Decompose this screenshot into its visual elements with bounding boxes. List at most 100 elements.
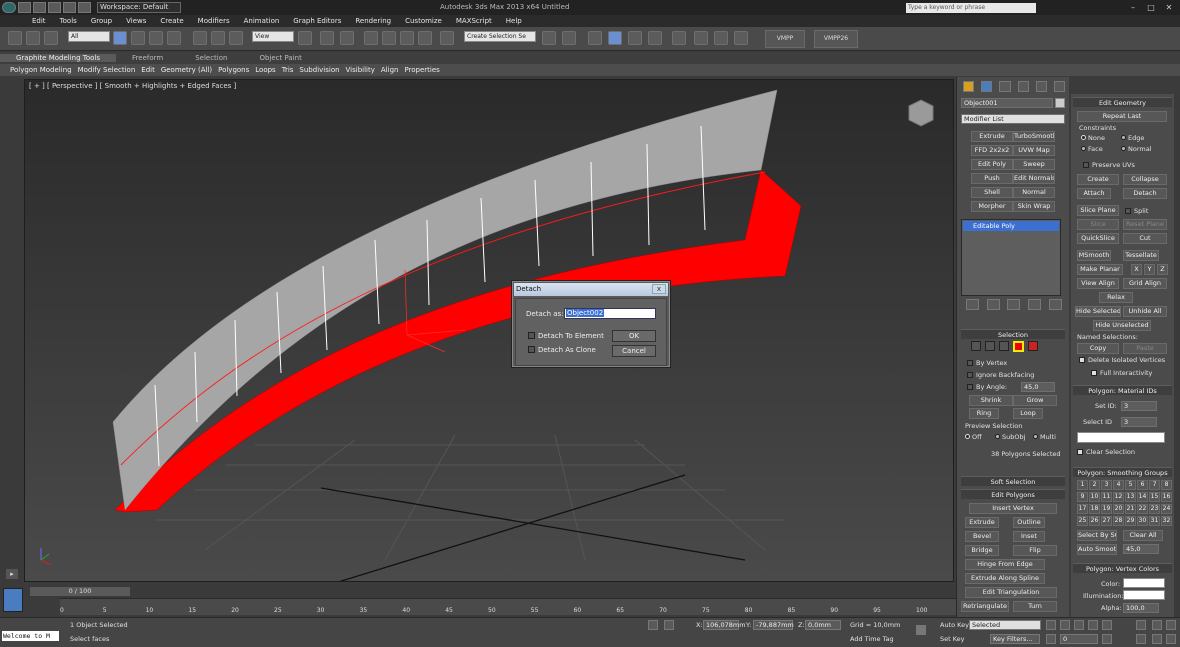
smoothing-group-button[interactable]: 31 xyxy=(1149,516,1160,526)
view-align-button[interactable]: View Align xyxy=(1077,278,1119,289)
smoothing-group-button[interactable]: 1 xyxy=(1077,480,1088,490)
extrude-button[interactable]: Extrude xyxy=(965,517,999,528)
unlink-icon[interactable] xyxy=(26,31,40,45)
menu-help[interactable]: Help xyxy=(506,17,522,25)
preview-off-radio[interactable]: Off xyxy=(965,433,982,441)
collapse-button[interactable]: Collapse xyxy=(1123,174,1167,185)
graphite-toggle-icon[interactable] xyxy=(608,31,622,45)
play-icon[interactable] xyxy=(1074,620,1084,630)
turn-button[interactable]: Turn xyxy=(1013,601,1057,612)
hide-selected-button[interactable]: Hide Selected xyxy=(1075,306,1121,317)
smoothing-group-button[interactable]: 27 xyxy=(1101,516,1112,526)
smoothing-group-button[interactable]: 26 xyxy=(1089,516,1100,526)
create-tab-icon[interactable] xyxy=(963,81,975,92)
z-coordinate[interactable]: 0,0mm xyxy=(805,620,841,630)
reference-coordinate-dropdown[interactable]: View xyxy=(252,31,294,42)
show-end-result-icon[interactable] xyxy=(986,299,1000,310)
radio-normal-icon[interactable] xyxy=(1121,146,1126,151)
repeat-last-button[interactable]: Repeat Last xyxy=(1077,111,1167,122)
vertex-level-icon[interactable] xyxy=(971,341,981,351)
menu-modifiers[interactable]: Modifiers xyxy=(198,17,230,25)
object-name-field[interactable]: Object001 xyxy=(961,98,1053,108)
grid-align-button[interactable]: Grid Align xyxy=(1123,278,1167,289)
smoothing-group-button[interactable]: 15 xyxy=(1149,492,1160,502)
relax-button[interactable]: Relax xyxy=(1099,292,1133,303)
smoothing-group-button[interactable]: 14 xyxy=(1137,492,1148,502)
current-frame-field[interactable]: 0 xyxy=(1060,634,1098,644)
panel-modify-selection[interactable]: Modify Selection xyxy=(78,66,136,74)
smoothing-group-button[interactable]: 19 xyxy=(1101,504,1112,514)
planar-x-button[interactable]: X xyxy=(1131,264,1142,275)
minimize-icon[interactable]: – xyxy=(1124,2,1142,13)
by-vertex-checkbox[interactable] xyxy=(967,360,973,366)
selection-rollout-title[interactable]: Selection xyxy=(961,329,1065,339)
smoothing-group-button[interactable]: 23 xyxy=(1149,504,1160,514)
auto-smooth-threshold[interactable]: 45,0 xyxy=(1123,544,1159,554)
attach-button[interactable]: Attach xyxy=(1077,188,1111,199)
pivot-center-icon[interactable] xyxy=(298,31,312,45)
smoothing-group-button[interactable]: 16 xyxy=(1161,492,1172,502)
select-by-name-icon[interactable] xyxy=(131,31,145,45)
modifier-skin-wrap-button[interactable]: Skin Wrap xyxy=(1013,201,1055,212)
bind-space-warp-icon[interactable] xyxy=(44,31,58,45)
smoothing-group-button[interactable]: 3 xyxy=(1101,480,1112,490)
full-interactivity-row[interactable]: Full Interactivity xyxy=(1091,369,1152,377)
radio-subobj-icon[interactable] xyxy=(995,434,1000,439)
object-color-swatch[interactable] xyxy=(1055,98,1065,108)
tab-object-paint[interactable]: Object Paint xyxy=(243,54,317,62)
menu-graph-editors[interactable]: Graph Editors xyxy=(293,17,341,25)
auto-smooth-button[interactable]: Auto Smooth xyxy=(1077,544,1117,555)
hide-unselected-button[interactable]: Hide Unselected xyxy=(1093,320,1151,331)
illumination-swatch[interactable] xyxy=(1123,590,1165,600)
smoothing-group-button[interactable]: 24 xyxy=(1161,504,1172,514)
smoothing-group-button[interactable]: 17 xyxy=(1077,504,1088,514)
menu-edit[interactable]: Edit xyxy=(32,17,46,25)
help-search-input[interactable]: Type a keyword or phrase xyxy=(906,3,1036,13)
preview-multi-radio[interactable]: Multi xyxy=(1033,433,1056,441)
dialog-close-button[interactable]: x xyxy=(652,284,666,294)
create-button[interactable]: Create xyxy=(1077,174,1119,185)
smoothing-group-button[interactable]: 8 xyxy=(1161,480,1172,490)
next-frame-icon[interactable] xyxy=(1088,620,1098,630)
ring-button[interactable]: Ring xyxy=(969,408,999,419)
menu-customize[interactable]: Customize xyxy=(405,17,442,25)
angle-snap-icon[interactable] xyxy=(382,31,396,45)
radio-multi-icon[interactable] xyxy=(1033,434,1038,439)
split-row[interactable]: Split xyxy=(1125,207,1148,215)
open-file-icon[interactable] xyxy=(33,2,46,13)
rectangle-selection-icon[interactable] xyxy=(149,31,163,45)
detach-name-input[interactable]: Object002 xyxy=(564,308,656,319)
menu-tools[interactable]: Tools xyxy=(60,17,77,25)
insert-vertex-button[interactable]: Insert Vertex xyxy=(969,503,1057,514)
max-logo-icon[interactable] xyxy=(2,2,16,13)
make-planar-button[interactable]: Make Planar xyxy=(1077,264,1123,275)
zoom-all-icon[interactable] xyxy=(1152,620,1162,630)
by-angle-row[interactable]: By Angle: xyxy=(967,383,1007,391)
modifier-edit-normals-button[interactable]: Edit Normals xyxy=(1013,173,1055,184)
maxscript-listener[interactable]: Welcome to M xyxy=(2,631,59,641)
extrude-along-spline-button[interactable]: Extrude Along Spline xyxy=(965,573,1045,584)
absolute-mode-icon[interactable] xyxy=(664,620,674,630)
edge-level-icon[interactable] xyxy=(985,341,995,351)
time-slider[interactable] xyxy=(0,585,956,598)
prev-frame-icon[interactable] xyxy=(1060,620,1070,630)
material-editor-icon[interactable] xyxy=(672,31,686,45)
delete-isolated-row[interactable]: Delete Isolated Vertices xyxy=(1079,356,1165,364)
tessellate-button[interactable]: Tessellate xyxy=(1123,250,1159,261)
polygon-level-icon[interactable] xyxy=(1013,341,1024,352)
stack-item-editable-poly[interactable]: Editable Poly xyxy=(963,221,1059,231)
keyboard-shortcut-icon[interactable] xyxy=(340,31,354,45)
menu-views[interactable]: Views xyxy=(126,17,146,25)
viewcube-icon[interactable] xyxy=(908,99,934,127)
snaps-toggle-icon[interactable] xyxy=(364,31,378,45)
paste-button[interactable]: Paste xyxy=(1123,343,1167,354)
make-unique-icon[interactable] xyxy=(1007,299,1021,310)
panel-polygons[interactable]: Polygons xyxy=(218,66,249,74)
menu-rendering[interactable]: Rendering xyxy=(355,17,391,25)
loop-button[interactable]: Loop xyxy=(1013,408,1043,419)
smoothing-group-button[interactable]: 28 xyxy=(1113,516,1124,526)
slice-plane-button[interactable]: Slice Plane xyxy=(1077,205,1119,216)
panel-tris[interactable]: Tris xyxy=(282,66,294,74)
remove-modifier-icon[interactable] xyxy=(1028,299,1042,310)
preview-subobj-radio[interactable]: SubObj xyxy=(995,433,1025,441)
